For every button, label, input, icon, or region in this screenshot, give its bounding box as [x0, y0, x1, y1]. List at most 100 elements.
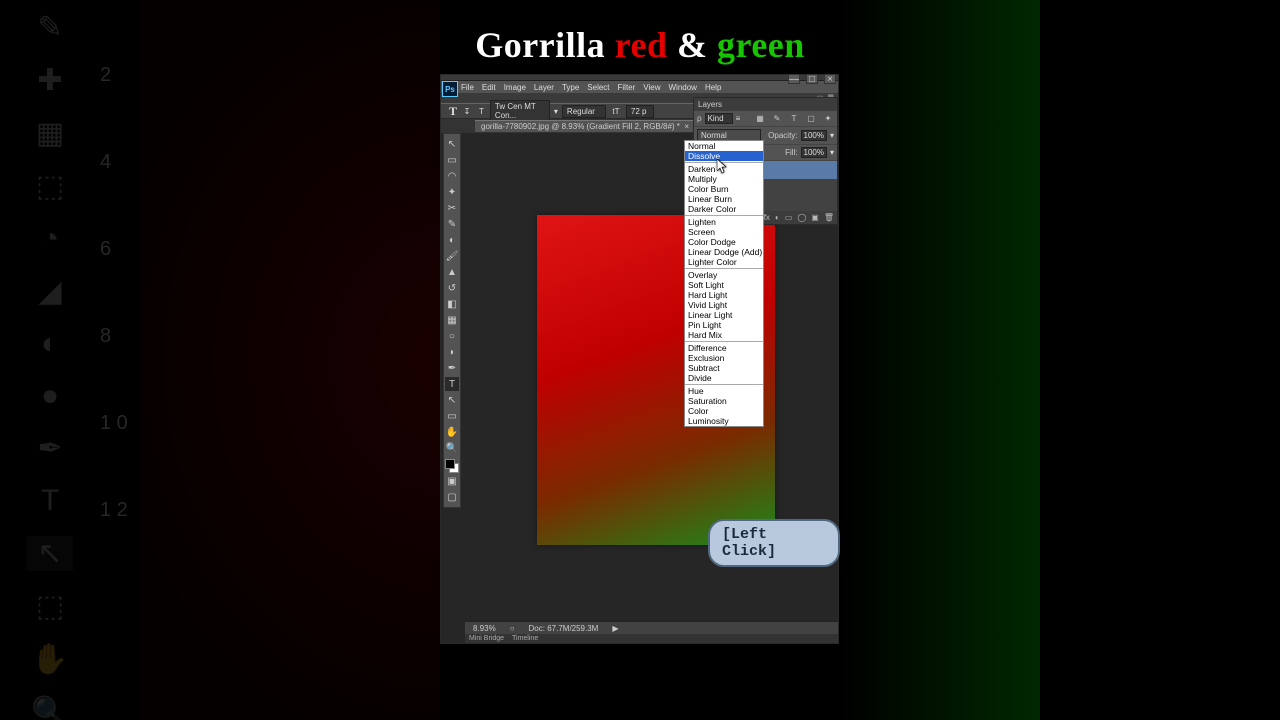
blend-mode-option[interactable]: Luminosity	[685, 416, 763, 426]
kind-filter-select[interactable]: Kind	[705, 113, 733, 124]
quick-mask-icon[interactable]: ▣	[445, 474, 459, 488]
status-bar: 8.93% ○ Doc: 67.7M/259.3M ▶	[465, 621, 838, 634]
window-minimize-button[interactable]: —	[788, 74, 800, 84]
menu-view[interactable]: View	[643, 83, 660, 92]
move-tool-icon[interactable]: ↖	[445, 137, 459, 151]
brush-tool-icon[interactable]: 🖌	[445, 249, 459, 263]
filter-smart-icon[interactable]: ✦	[822, 114, 834, 123]
blend-mode-option[interactable]: Difference	[685, 343, 763, 353]
blend-mode-option[interactable]: Multiply	[685, 174, 763, 184]
spot-heal-tool-icon[interactable]: ◐	[445, 233, 459, 247]
blend-mode-option[interactable]: Color Burn	[685, 184, 763, 194]
fill-dropdown-icon[interactable]: ▾	[830, 148, 834, 157]
window-close-button[interactable]: ×	[824, 74, 836, 84]
blend-mode-option[interactable]: Linear Burn	[685, 194, 763, 204]
menu-help[interactable]: Help	[705, 83, 721, 92]
crop-tool-icon[interactable]: ✂	[445, 201, 459, 215]
gradient-tool-icon[interactable]: ▦	[445, 313, 459, 327]
magic-wand-tool-icon[interactable]: ✦	[445, 185, 459, 199]
lasso-tool-icon[interactable]: ◠	[445, 169, 459, 183]
font-family-select[interactable]: Tw Cen MT Con...	[490, 100, 550, 122]
kind-filter-icon[interactable]: ≡	[736, 114, 741, 123]
hand-tool-icon[interactable]: ✋	[445, 425, 459, 439]
filter-adjust-icon[interactable]: ✎	[771, 114, 783, 123]
orientation-icon[interactable]: ↧	[461, 107, 473, 116]
blend-mode-option[interactable]: Hard Mix	[685, 330, 763, 340]
tab-timeline[interactable]: Timeline	[512, 635, 538, 642]
layers-panel-title[interactable]: Layers	[694, 98, 837, 111]
shape-tool-icon[interactable]: ▭	[445, 409, 459, 423]
blend-mode-option[interactable]: Exclusion	[685, 353, 763, 363]
tab-mini-bridge[interactable]: Mini Bridge	[469, 635, 504, 642]
font-size-icon: tT	[610, 107, 622, 116]
blend-mode-option[interactable]: Linear Light	[685, 310, 763, 320]
fill-adjust-icon[interactable]: ▭	[785, 213, 793, 222]
menu-edit[interactable]: Edit	[482, 83, 496, 92]
cursor-icon	[717, 159, 729, 175]
bottom-panel-tabs: Mini Bridge Timeline	[465, 634, 838, 643]
blend-mode-option[interactable]: Overlay	[685, 270, 763, 280]
history-brush-tool-icon[interactable]: ↺	[445, 281, 459, 295]
zoom-slider-icon[interactable]: ○	[510, 624, 515, 633]
window-maximize-button[interactable]: □	[806, 74, 818, 84]
action-hint-pill: [Left Click]	[708, 519, 840, 567]
new-layer-icon[interactable]: ▣	[811, 213, 819, 222]
close-tab-icon[interactable]: ×	[684, 122, 689, 131]
menu-filter[interactable]: Filter	[618, 83, 636, 92]
stamp-tool-icon[interactable]: ▲	[445, 265, 459, 279]
blend-mode-option[interactable]: Vivid Light	[685, 300, 763, 310]
opacity-dropdown-icon[interactable]: ▾	[830, 131, 834, 140]
font-size-select[interactable]: 72 p	[626, 105, 654, 118]
blend-mode-option[interactable]: Normal	[685, 141, 763, 151]
blend-mode-option[interactable]: Saturation	[685, 396, 763, 406]
menu-select[interactable]: Select	[587, 83, 609, 92]
blend-mode-option[interactable]: Color	[685, 406, 763, 416]
blend-mode-option[interactable]: Soft Light	[685, 280, 763, 290]
marquee-tool-icon[interactable]: ▭	[445, 153, 459, 167]
blend-mode-option[interactable]: Screen	[685, 227, 763, 237]
fill-label: Fill:	[785, 148, 797, 157]
blend-mode-option[interactable]: Subtract	[685, 363, 763, 373]
blur-tool-icon[interactable]: ○	[445, 329, 459, 343]
blend-mode-option[interactable]: Lighten	[685, 217, 763, 227]
opacity-input[interactable]: 100%	[801, 130, 827, 141]
blend-mode-option[interactable]: Linear Dodge (Add)	[685, 247, 763, 257]
document-tab[interactable]: gorilla-7780902.jpg @ 8.93% (Gradient Fi…	[475, 120, 695, 132]
fill-input[interactable]: 100%	[801, 147, 827, 158]
mask-icon[interactable]: ◐	[775, 213, 780, 222]
menu-file[interactable]: File	[461, 83, 474, 92]
doc-size-label: Doc: 67.7M/259.3M	[529, 624, 599, 633]
menu-window[interactable]: Window	[669, 83, 697, 92]
menu-image[interactable]: Image	[504, 83, 526, 92]
blend-mode-option[interactable]: Divide	[685, 373, 763, 383]
zoom-level[interactable]: 8.93%	[473, 624, 496, 633]
path-select-tool-icon[interactable]: ↖	[445, 393, 459, 407]
trash-icon[interactable]: 🗑	[824, 213, 834, 222]
video-title-overlay: Gorrilla red & green	[440, 24, 840, 66]
filter-type-icon[interactable]: T	[788, 114, 800, 123]
dodge-tool-icon[interactable]: ◗	[445, 345, 459, 359]
eraser-tool-icon[interactable]: ◧	[445, 297, 459, 311]
blend-mode-option[interactable]: Color Dodge	[685, 237, 763, 247]
blend-mode-option[interactable]: Hard Light	[685, 290, 763, 300]
font-toggle-icon[interactable]: T	[477, 107, 486, 116]
zoom-tool-icon[interactable]: 🔍	[445, 441, 459, 455]
fx-icon[interactable]: fx	[764, 213, 770, 222]
color-swatch[interactable]	[445, 459, 459, 473]
blend-mode-option[interactable]: Pin Light	[685, 320, 763, 330]
group-icon[interactable]: ◯	[797, 213, 806, 222]
type-tool-icon[interactable]: T	[445, 377, 459, 391]
font-weight-select[interactable]: Regular	[562, 105, 606, 118]
menu-layer[interactable]: Layer	[534, 83, 554, 92]
blend-mode-option[interactable]: Hue	[685, 386, 763, 396]
menu-type[interactable]: Type	[562, 83, 579, 92]
play-icon[interactable]: ▶	[612, 624, 618, 633]
blend-mode-dropdown[interactable]: NormalDissolveDarkenMultiplyColor BurnLi…	[684, 140, 764, 427]
blend-mode-option[interactable]: Lighter Color	[685, 257, 763, 267]
filter-shape-icon[interactable]: ▢	[805, 114, 817, 123]
screen-mode-icon[interactable]: ▢	[445, 490, 459, 504]
filter-pixel-icon[interactable]: ▦	[754, 114, 766, 123]
pen-tool-icon[interactable]: ✒	[445, 361, 459, 375]
eyedropper-tool-icon[interactable]: ✎	[445, 217, 459, 231]
blend-mode-option[interactable]: Darker Color	[685, 204, 763, 214]
